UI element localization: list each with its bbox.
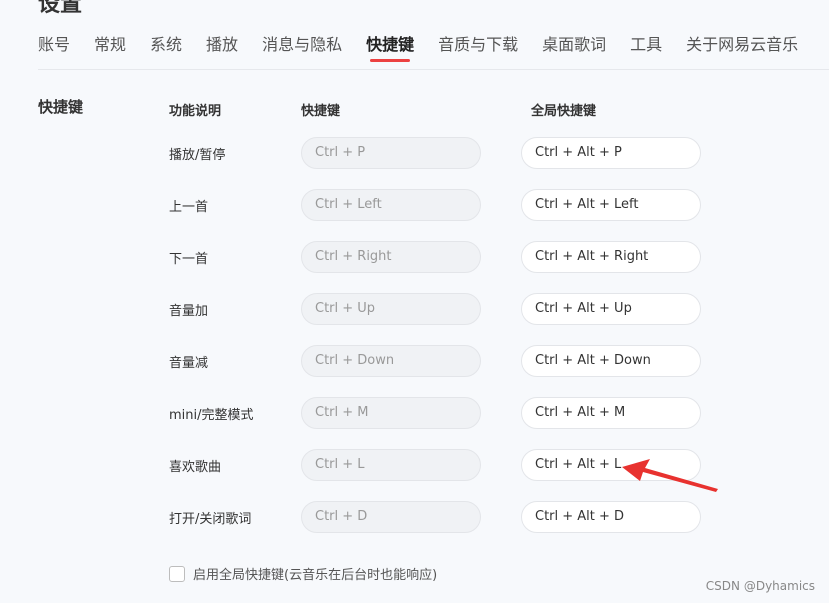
- shortcut-label: 喜欢歌曲: [169, 460, 222, 475]
- shortcut-row-toggle-lyrics: 打开/关闭歌词 Ctrl + D Ctrl + Alt + D: [0, 501, 829, 533]
- shortcut-label: mini/完整模式: [169, 408, 254, 423]
- tab-messages-privacy[interactable]: 消息与隐私: [262, 34, 342, 58]
- column-header-global-shortcut: 全局快捷键: [531, 104, 597, 119]
- shortcut-label: 播放/暂停: [169, 148, 226, 163]
- global-shortcut-toggle-label: 启用全局快捷键(云音乐在后台时也能响应): [193, 568, 438, 583]
- tab-playback[interactable]: 播放: [206, 34, 238, 58]
- tab-account[interactable]: 账号: [38, 34, 70, 58]
- tab-shortcuts[interactable]: 快捷键: [366, 34, 414, 62]
- global-shortcut-field[interactable]: Ctrl + Alt + Down: [521, 345, 701, 377]
- shortcut-row-mini-mode: mini/完整模式 Ctrl + M Ctrl + Alt + M: [0, 397, 829, 429]
- local-shortcut-field[interactable]: Ctrl + M: [301, 397, 481, 429]
- local-shortcut-field[interactable]: Ctrl + L: [301, 449, 481, 481]
- local-shortcut-field[interactable]: Ctrl + Down: [301, 345, 481, 377]
- column-header-function: 功能说明: [169, 104, 222, 119]
- shortcut-row-volume-up: 音量加 Ctrl + Up Ctrl + Alt + Up: [0, 293, 829, 325]
- shortcut-row-volume-down: 音量减 Ctrl + Down Ctrl + Alt + Down: [0, 345, 829, 377]
- shortcut-label: 音量加: [169, 304, 209, 319]
- global-shortcut-field[interactable]: Ctrl + Alt + M: [521, 397, 701, 429]
- local-shortcut-field[interactable]: Ctrl + Left: [301, 189, 481, 221]
- shortcut-row-previous: 上一首 Ctrl + Left Ctrl + Alt + Left: [0, 189, 829, 221]
- shortcut-label: 音量减: [169, 356, 209, 371]
- local-shortcut-field[interactable]: Ctrl + Up: [301, 293, 481, 325]
- shortcut-label: 下一首: [169, 252, 209, 267]
- tabs-divider: [38, 69, 829, 70]
- tab-desktop-lyrics[interactable]: 桌面歌词: [542, 34, 606, 58]
- global-shortcut-toggle[interactable]: 启用全局快捷键(云音乐在后台时也能响应): [169, 564, 437, 583]
- section-title: 快捷键: [38, 98, 84, 116]
- global-shortcut-field[interactable]: Ctrl + Alt + D: [521, 501, 701, 533]
- shortcut-label: 上一首: [169, 200, 209, 215]
- tab-quality-download[interactable]: 音质与下载: [438, 34, 518, 58]
- global-shortcut-field[interactable]: Ctrl + Alt + Left: [521, 189, 701, 221]
- global-shortcut-checkbox[interactable]: [169, 565, 185, 582]
- tab-tools[interactable]: 工具: [630, 34, 662, 58]
- local-shortcut-field[interactable]: Ctrl + Right: [301, 241, 481, 273]
- global-shortcut-field[interactable]: Ctrl + Alt + L: [521, 449, 701, 481]
- global-shortcut-field[interactable]: Ctrl + Alt + Right: [521, 241, 701, 273]
- local-shortcut-field[interactable]: Ctrl + P: [301, 137, 481, 169]
- global-shortcut-field[interactable]: Ctrl + Alt + P: [521, 137, 701, 169]
- global-shortcut-field[interactable]: Ctrl + Alt + Up: [521, 293, 701, 325]
- shortcut-row-like-song: 喜欢歌曲 Ctrl + L Ctrl + Alt + L: [0, 449, 829, 481]
- watermark: CSDN @Dyhamics: [705, 579, 815, 593]
- shortcut-row-play-pause: 播放/暂停 Ctrl + P Ctrl + Alt + P: [0, 137, 829, 169]
- settings-tabs: 账号 常规 系统 播放 消息与隐私 快捷键 音质与下载 桌面歌词 工具 关于网易…: [38, 34, 822, 62]
- tab-about[interactable]: 关于网易云音乐: [686, 34, 798, 58]
- shortcut-label: 打开/关闭歌词: [169, 512, 252, 527]
- column-header-shortcut: 快捷键: [301, 104, 341, 119]
- local-shortcut-field[interactable]: Ctrl + D: [301, 501, 481, 533]
- shortcut-row-next: 下一首 Ctrl + Right Ctrl + Alt + Right: [0, 241, 829, 273]
- page-title: 设置: [38, 0, 83, 17]
- tab-general[interactable]: 常规: [94, 34, 126, 58]
- tab-system[interactable]: 系统: [150, 34, 182, 58]
